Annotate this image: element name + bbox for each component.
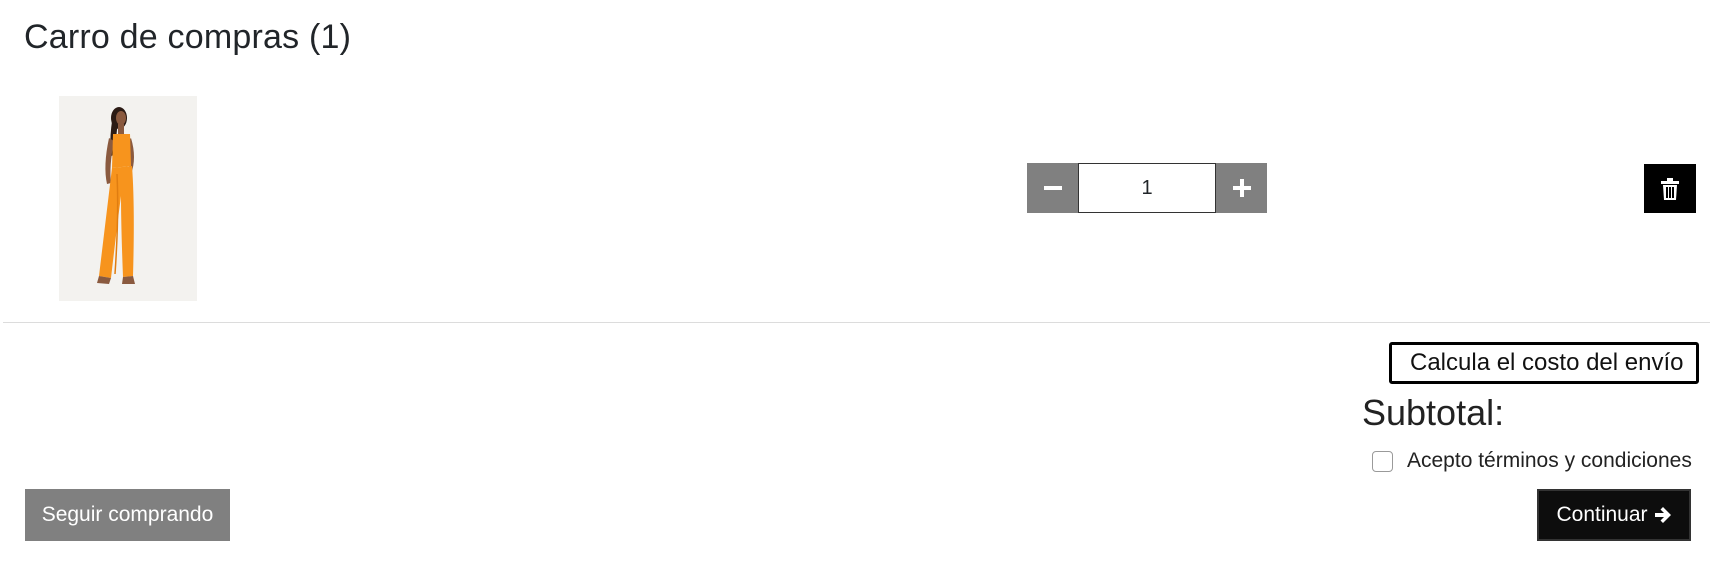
terms-checkbox[interactable] <box>1372 450 1393 472</box>
delete-item-button[interactable] <box>1644 164 1696 213</box>
terms-label: Acepto términos y condiciones <box>1407 449 1692 472</box>
quantity-input[interactable] <box>1078 163 1216 213</box>
plus-icon <box>1232 179 1251 197</box>
arrow-right-icon <box>1654 507 1671 523</box>
product-photo <box>59 96 197 301</box>
increase-quantity-button[interactable] <box>1216 163 1267 213</box>
page-title: Carro de compras (1) <box>24 18 352 56</box>
terms-checkbox-row[interactable]: Acepto términos y condiciones <box>1372 449 1692 473</box>
cart-page: Carro de compras (1) 1 Calcula el costo … <box>0 0 1714 571</box>
decrease-quantity-button[interactable] <box>1027 163 1078 213</box>
divider <box>3 322 1710 323</box>
continue-label: Continuar <box>1556 503 1648 526</box>
continue-shopping-button[interactable]: Seguir comprando <box>25 489 230 541</box>
minus-icon <box>1043 186 1062 190</box>
quantity-stepper <box>1027 163 1267 213</box>
calculate-shipping-button[interactable]: Calcula el costo del envío <box>1389 342 1699 384</box>
trash-icon <box>1661 177 1679 200</box>
continue-button[interactable]: Continuar <box>1537 489 1691 541</box>
subtotal-label: Subtotal: <box>1362 392 1505 433</box>
product-image[interactable] <box>59 96 197 301</box>
